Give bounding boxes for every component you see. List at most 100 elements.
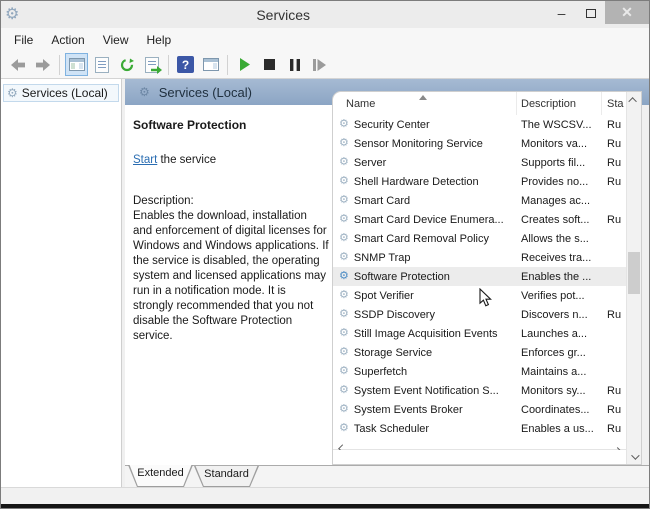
extended-detail-pane: Software Protection Start the service De… xyxy=(125,105,332,465)
list-header: Name Description Sta xyxy=(333,92,626,115)
toolbar: ? xyxy=(1,51,649,79)
service-row[interactable]: ⚙ Security Center The WSCSV... Ru xyxy=(333,115,626,134)
back-button[interactable] xyxy=(6,53,29,76)
restart-service-button[interactable] xyxy=(308,53,331,76)
scroll-down-arrow[interactable] xyxy=(627,449,641,464)
start-service-link[interactable]: Start xyxy=(133,154,157,166)
service-description: Creates soft... xyxy=(521,213,590,226)
service-gear-icon: ⚙ xyxy=(339,365,349,377)
service-description: Enables a us... xyxy=(521,422,594,435)
service-row[interactable]: ⚙ Smart Card Removal Policy Allows the s.… xyxy=(333,229,626,248)
window-controls: – ✕ xyxy=(547,1,649,28)
service-rows: ⚙ Security Center The WSCSV... Ru ⚙ Sensor… xyxy=(333,115,626,449)
window-title: Services xyxy=(256,6,311,23)
service-description: Launches a... xyxy=(521,327,588,340)
description-label: Description: xyxy=(133,195,194,207)
content-area: ⚙ Services (Local) ⚙ Services (Local) So… xyxy=(1,79,649,487)
service-description: Receives tra... xyxy=(521,251,592,264)
service-gear-icon: ⚙ xyxy=(339,422,349,434)
stop-service-icon xyxy=(264,59,275,70)
service-name: Task Scheduler xyxy=(353,422,430,435)
column-header-status[interactable]: Sta xyxy=(602,92,626,115)
service-name: Security Center xyxy=(353,118,430,131)
tree-item-services-local[interactable]: ⚙ Services (Local) xyxy=(3,84,119,102)
refresh-button[interactable] xyxy=(115,53,138,76)
service-gear-icon: ⚙ xyxy=(339,270,349,282)
tree-item-label: Services (Local) xyxy=(21,86,108,100)
pause-service-button[interactable] xyxy=(283,53,306,76)
forward-button[interactable] xyxy=(31,53,54,76)
services-gear-icon: ⚙ xyxy=(5,5,20,23)
menu-file[interactable]: File xyxy=(5,31,42,49)
service-gear-icon: ⚙ xyxy=(339,194,349,206)
service-status: Ru xyxy=(607,156,622,169)
menu-action[interactable]: Action xyxy=(42,31,93,49)
minimize-button[interactable]: – xyxy=(547,1,576,25)
help-button[interactable]: ? xyxy=(174,53,197,76)
service-row[interactable]: ⚙ Superfetch Maintains a... xyxy=(333,362,626,381)
service-row[interactable]: ⚙ Smart Card Manages ac... xyxy=(333,191,626,210)
status-bar xyxy=(1,487,649,504)
stop-service-button[interactable] xyxy=(258,53,281,76)
service-name: Smart Card xyxy=(353,194,411,207)
vertical-scroll-thumb[interactable] xyxy=(628,252,640,294)
service-name: System Event Notification S... xyxy=(353,384,499,397)
back-icon xyxy=(10,58,25,71)
service-row[interactable]: ⚙ Shell Hardware Detection Provides no...… xyxy=(333,172,626,191)
service-row[interactable]: ⚙ Software Protection Enables the ... xyxy=(333,267,626,286)
service-row[interactable]: ⚙ Storage Service Enforces gr... xyxy=(333,343,626,362)
export-list-icon xyxy=(144,56,162,74)
service-name: Server xyxy=(353,156,387,169)
service-name: Smart Card Device Enumera... xyxy=(353,213,504,226)
menu-view[interactable]: View xyxy=(94,31,138,49)
service-gear-icon: ⚙ xyxy=(339,346,349,358)
service-description: Verifies pot... xyxy=(521,289,585,302)
service-row[interactable]: ⚙ Sensor Monitoring Service Monitors va..… xyxy=(333,134,626,153)
service-row[interactable]: ⚙ SSDP Discovery Discovers n... Ru xyxy=(333,305,626,324)
service-gear-icon: ⚙ xyxy=(339,384,349,396)
scroll-up-arrow[interactable] xyxy=(627,92,641,107)
show-action-pane-button[interactable] xyxy=(199,53,222,76)
service-row[interactable]: ⚙ System Events Broker Coordinates... Ru xyxy=(333,400,626,419)
service-row[interactable]: ⚙ Smart Card Device Enumera... Creates so… xyxy=(333,210,626,229)
service-name: Sensor Monitoring Service xyxy=(353,137,483,150)
sort-ascending-icon xyxy=(419,95,427,100)
start-service-suffix: the service xyxy=(157,154,217,166)
menu-help[interactable]: Help xyxy=(138,31,181,49)
start-service-line: Start the service xyxy=(133,154,324,166)
service-row[interactable]: ⚙ Spot Verifier Verifies pot... xyxy=(333,286,626,305)
horizontal-scrollbar[interactable] xyxy=(333,444,626,450)
pause-service-icon xyxy=(289,58,300,71)
properties-button[interactable] xyxy=(90,53,113,76)
service-name: Shell Hardware Detection xyxy=(353,175,479,188)
service-status: Ru xyxy=(607,213,622,226)
service-description: Discovers n... xyxy=(521,308,588,321)
service-gear-icon: ⚙ xyxy=(339,175,349,187)
toolbar-separator xyxy=(59,54,60,75)
maximize-button[interactable] xyxy=(576,1,605,25)
service-status: Ru xyxy=(607,422,622,435)
restart-service-icon xyxy=(313,58,326,71)
show-console-tree-button[interactable] xyxy=(65,53,88,76)
selected-service-name: Software Protection xyxy=(133,118,247,132)
tab-standard[interactable]: Standard xyxy=(194,466,259,487)
titlebar: ⚙ Services – ✕ xyxy=(1,1,649,28)
properties-icon xyxy=(94,56,109,73)
service-description: Coordinates... xyxy=(521,403,590,416)
vertical-scrollbar[interactable] xyxy=(626,92,641,464)
service-row[interactable]: ⚙ SNMP Trap Receives tra... xyxy=(333,248,626,267)
close-button[interactable]: ✕ xyxy=(605,1,649,24)
column-header-description[interactable]: Description xyxy=(517,92,602,115)
service-gear-icon: ⚙ xyxy=(339,156,349,168)
service-row[interactable]: ⚙ Server Supports fil... Ru xyxy=(333,153,626,172)
service-description: Manages ac... xyxy=(521,194,591,207)
tab-extended[interactable]: Extended xyxy=(128,465,193,487)
services-window: ⚙ Services – ✕ File Action View Help ? ⚙… xyxy=(0,0,650,509)
start-service-button[interactable] xyxy=(233,53,256,76)
export-list-button[interactable] xyxy=(140,53,163,76)
service-row[interactable]: ⚙ Task Scheduler Enables a us... Ru xyxy=(333,419,626,438)
service-description: Monitors sy... xyxy=(521,384,586,397)
service-row[interactable]: ⚙ Still Image Acquisition Events Launches… xyxy=(333,324,626,343)
service-row[interactable]: ⚙ System Event Notification S... Monitors… xyxy=(333,381,626,400)
service-status: Ru xyxy=(607,308,622,321)
